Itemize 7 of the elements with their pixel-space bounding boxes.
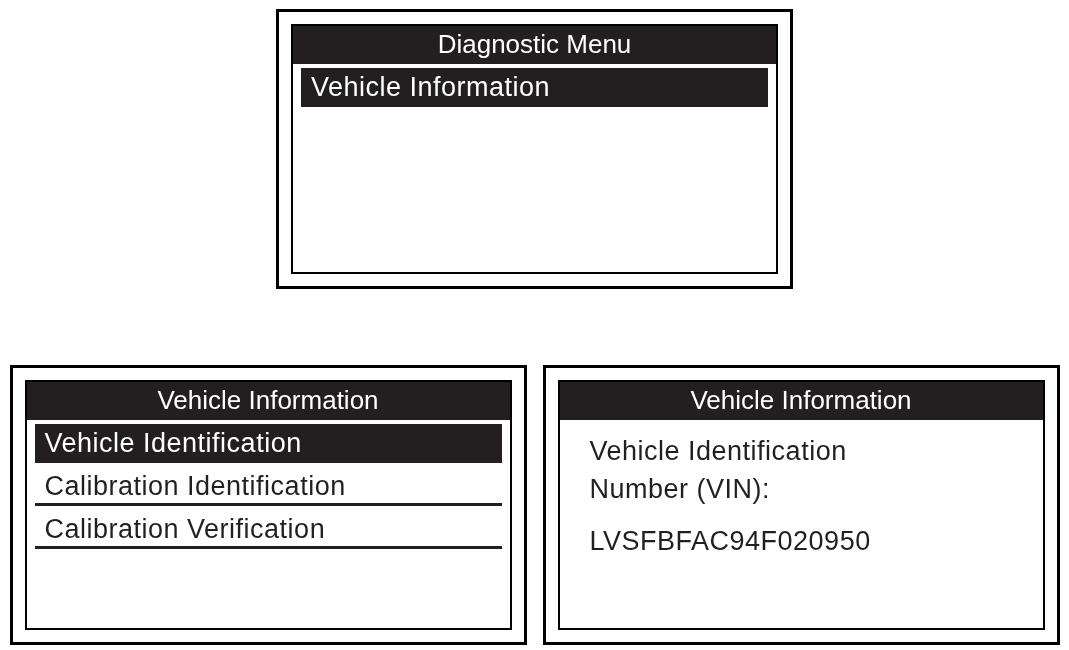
info-text: LVSFBFAC94F020950: [589, 525, 872, 558]
info-text: Vehicle Identification Number (VIN):: [589, 435, 848, 506]
screen-title: Vehicle Information: [157, 385, 379, 415]
menu-item[interactable]: Vehicle Information: [301, 68, 768, 107]
screen-title: Vehicle Information: [690, 385, 912, 415]
screen-title: Diagnostic Menu: [437, 29, 632, 59]
menu-item[interactable]: Vehicle Identification: [34, 424, 502, 463]
